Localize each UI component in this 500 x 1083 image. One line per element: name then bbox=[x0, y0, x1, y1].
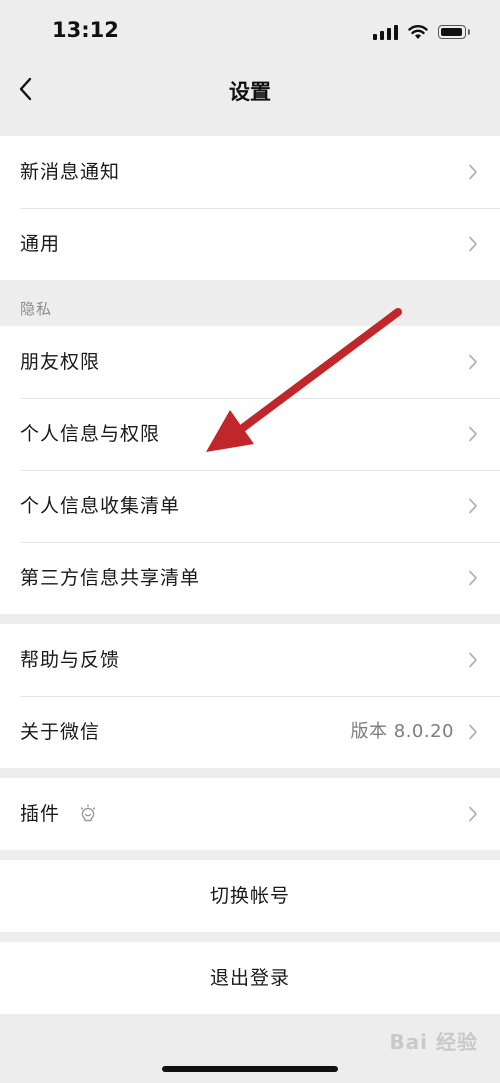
row-help-feedback[interactable]: 帮助与反馈 bbox=[0, 624, 500, 696]
page-title: 设置 bbox=[229, 80, 271, 104]
settings-group-general: 新消息通知 通用 bbox=[0, 136, 500, 280]
chevron-right-icon bbox=[469, 164, 477, 180]
chevron-right-icon bbox=[469, 806, 477, 822]
chevron-right-icon bbox=[469, 426, 477, 442]
section-header-privacy: 隐私 bbox=[20, 300, 53, 318]
logout-label: 退出登录 bbox=[209, 967, 290, 989]
row-plugins[interactable]: 插件 bbox=[0, 778, 500, 850]
status-icons bbox=[373, 22, 470, 42]
row-label: 插件 bbox=[20, 803, 61, 825]
row-third-party-sharing-list[interactable]: 第三方信息共享清单 bbox=[0, 542, 500, 614]
row-label: 帮助与反馈 bbox=[20, 649, 121, 671]
version-value: 版本 8.0.20 bbox=[350, 721, 454, 742]
chevron-right-icon bbox=[469, 652, 477, 668]
chevron-right-icon bbox=[469, 498, 477, 514]
row-personal-info-permissions[interactable]: 个人信息与权限 bbox=[0, 398, 500, 470]
signal-icon bbox=[373, 24, 398, 40]
switch-account-label: 切换帐号 bbox=[209, 885, 290, 907]
row-label: 关于微信 bbox=[20, 721, 101, 743]
row-friend-permissions[interactable]: 朋友权限 bbox=[0, 326, 500, 398]
chevron-right-icon bbox=[469, 354, 477, 370]
nav-bar: 设置 bbox=[0, 62, 500, 116]
row-label: 通用 bbox=[20, 233, 61, 255]
row-general[interactable]: 通用 bbox=[0, 208, 500, 280]
row-label: 朋友权限 bbox=[20, 351, 101, 373]
status-bar: 13:12 bbox=[0, 0, 500, 62]
chevron-right-icon bbox=[469, 236, 477, 252]
row-label: 第三方信息共享清单 bbox=[20, 567, 201, 589]
settings-group-about: 帮助与反馈 关于微信 版本 8.0.20 bbox=[0, 624, 500, 768]
settings-group-plugins: 插件 bbox=[0, 778, 500, 850]
row-about-wechat[interactable]: 关于微信 版本 8.0.20 bbox=[0, 696, 500, 768]
wifi-icon bbox=[408, 25, 428, 39]
watermark: Bai 经验 bbox=[389, 1030, 478, 1054]
settings-group-privacy: 朋友权限 个人信息与权限 个人信息收集清单 第三方信息共享清单 bbox=[0, 326, 500, 614]
row-label: 个人信息收集清单 bbox=[20, 495, 181, 517]
row-new-message-notification[interactable]: 新消息通知 bbox=[0, 136, 500, 208]
row-personal-info-collection-list[interactable]: 个人信息收集清单 bbox=[0, 470, 500, 542]
status-time: 13:12 bbox=[52, 18, 119, 42]
battery-icon bbox=[438, 25, 470, 39]
plugin-bulb-icon bbox=[80, 804, 96, 822]
chevron-right-icon bbox=[469, 724, 477, 740]
home-indicator bbox=[162, 1066, 338, 1072]
logout-button[interactable]: 退出登录 bbox=[0, 942, 500, 1014]
row-label: 新消息通知 bbox=[20, 161, 121, 183]
switch-account-button[interactable]: 切换帐号 bbox=[0, 860, 500, 932]
row-label: 个人信息与权限 bbox=[20, 423, 161, 445]
chevron-right-icon bbox=[469, 570, 477, 586]
